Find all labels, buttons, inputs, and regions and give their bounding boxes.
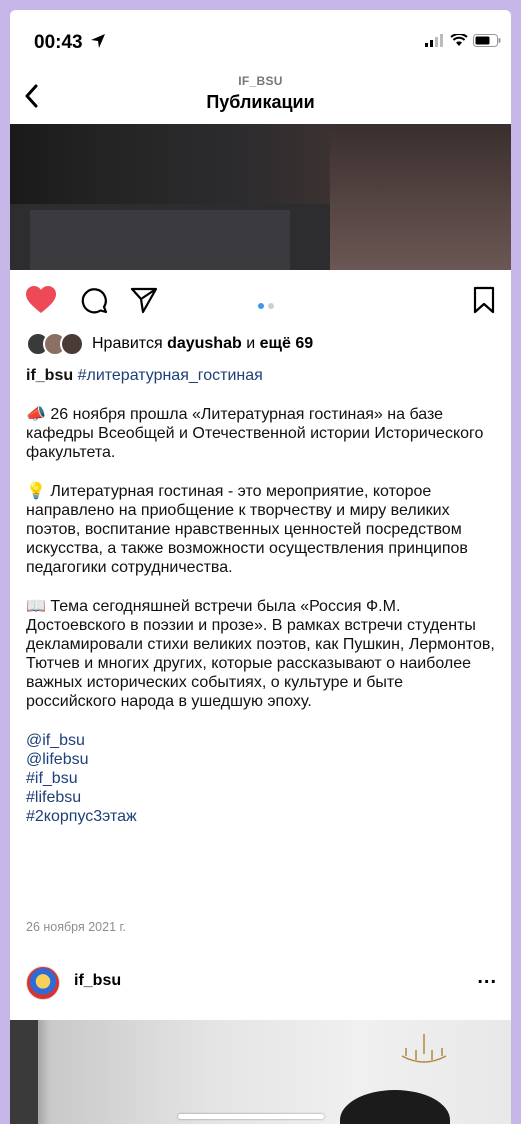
home-indicator[interactable]	[178, 1114, 324, 1119]
caption-tag[interactable]: #2корпус3этаж	[26, 807, 496, 826]
nav-header: IF_BSU Публикации	[10, 66, 511, 124]
status-time: 00:43	[34, 32, 83, 53]
more-icon[interactable]: ...	[477, 966, 497, 989]
likes-row[interactable]: Нравится dayushab и ещё 69	[26, 332, 313, 356]
caption-tag[interactable]: @lifebsu	[26, 750, 496, 769]
carousel-dot-active	[258, 303, 264, 309]
signal-icon	[425, 34, 445, 52]
caption-text: 26 ноября прошла «Литературная гостиная»…	[26, 406, 484, 461]
app-frame: 00:43 IF_BSU Публикации Нравится dayusha…	[10, 10, 511, 1124]
page-title: Публикации	[206, 92, 315, 112]
post-actions	[10, 278, 511, 322]
system-icons	[425, 33, 501, 52]
header-account: IF_BSU	[238, 74, 283, 88]
likes-user[interactable]: dayushab	[167, 335, 242, 353]
likes-and: и	[246, 335, 256, 352]
caption-tag[interactable]: #if_bsu	[26, 769, 496, 788]
lightbulb-icon: 💡	[26, 483, 46, 500]
carousel-indicator	[258, 303, 274, 309]
book-icon: 📖	[26, 598, 46, 615]
caption-tag[interactable]: @if_bsu	[26, 731, 496, 750]
caption-paragraph: 💡 Литературная гостиная - это мероприяти…	[26, 482, 496, 577]
battery-icon	[473, 34, 501, 52]
avatar[interactable]	[26, 966, 60, 1000]
caption-text: Тема сегодняшней встречи была «Россия Ф.…	[26, 598, 495, 710]
avatar	[60, 332, 84, 356]
heart-icon[interactable]	[26, 286, 56, 319]
post-image[interactable]	[10, 124, 511, 270]
liker-avatars	[26, 332, 84, 356]
location-arrow-icon	[89, 32, 107, 55]
caption-tag[interactable]: #lifebsu	[26, 788, 496, 807]
bookmark-icon[interactable]	[473, 286, 495, 319]
caption-author[interactable]: if_bsu	[26, 367, 73, 384]
caption-text: Литературная гостиная - это мероприятие,…	[26, 483, 468, 576]
caption-paragraph: 📣 26 ноября прошла «Литературная гостина…	[26, 405, 496, 462]
wifi-icon	[450, 33, 468, 52]
likes-prefix: Нравится	[92, 335, 163, 352]
caption-hashtag[interactable]: #литературная_гостиная	[78, 367, 263, 384]
next-post-username[interactable]: if_bsu	[74, 972, 121, 990]
likes-count[interactable]: ещё 69	[260, 335, 314, 353]
carousel-dot	[268, 303, 274, 309]
megaphone-icon: 📣	[26, 406, 46, 423]
post-date: 26 ноября 2021 г.	[26, 920, 126, 934]
next-post-image[interactable]	[10, 1020, 511, 1124]
comment-icon[interactable]	[80, 286, 108, 319]
next-post-header: if_bsu ...	[10, 960, 511, 1008]
post-caption: if_bsu #литературная_гостиная 📣 26 ноябр…	[26, 366, 496, 826]
share-icon[interactable]	[130, 286, 158, 319]
status-bar: 00:43	[10, 10, 511, 66]
caption-paragraph: 📖 Тема сегодняшней встречи была «Россия …	[26, 597, 496, 711]
